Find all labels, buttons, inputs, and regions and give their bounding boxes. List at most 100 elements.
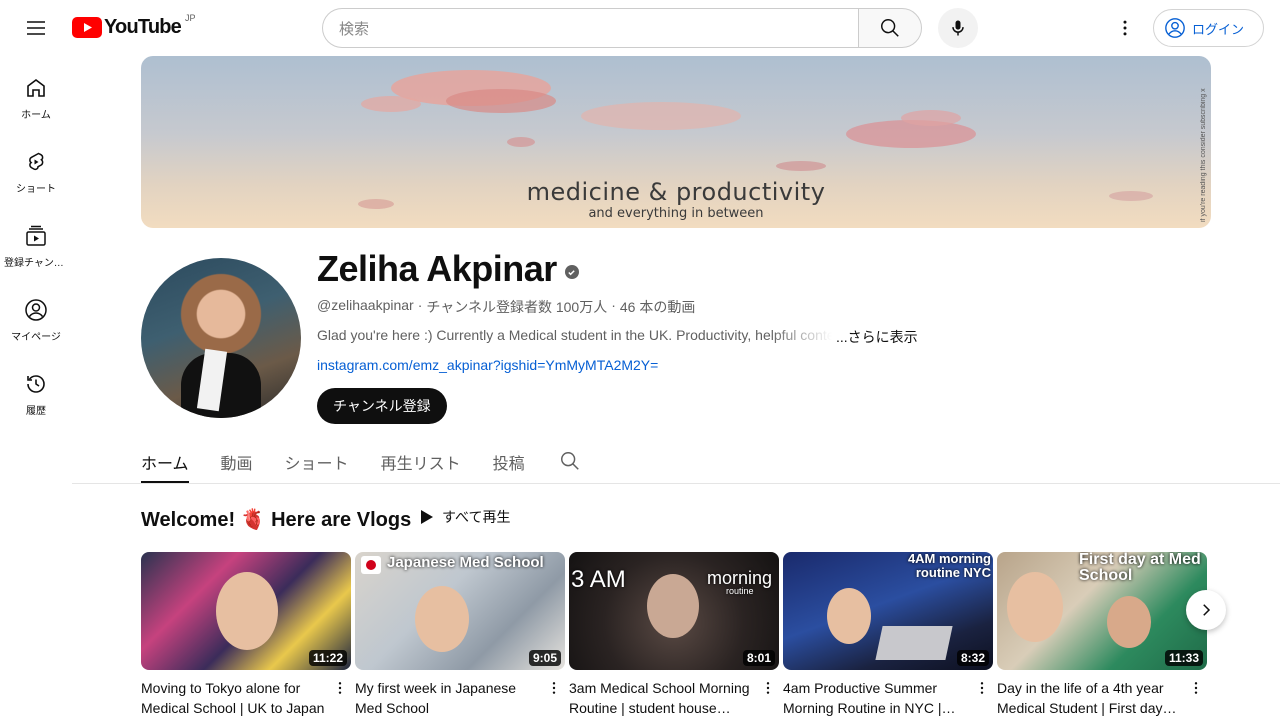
sidebar-item-label: ホーム [21, 110, 51, 121]
video-card[interactable]: 3 AM morning routine 8:01 3am Medical Sc… [569, 552, 779, 718]
history-icon [27, 375, 45, 393]
more-vert-icon [1194, 682, 1198, 694]
play-all-button[interactable]: すべて再生 [412, 503, 518, 531]
video-thumbnail[interactable]: 4AM morning routine NYC 8:32 [783, 552, 993, 670]
video-thumbnail[interactable]: 11:22 [141, 552, 351, 670]
tab-posts[interactable]: 投稿 [493, 436, 525, 483]
tabs-divider [72, 483, 1280, 484]
banner-title: medicine & productivity [526, 178, 826, 206]
tab-playlists[interactable]: 再生リスト [381, 436, 461, 483]
japan-flag-icon [361, 556, 381, 574]
subscribe-button[interactable]: チャンネル登録 [317, 388, 447, 424]
channel-description[interactable]: Glad you're here :) Currently a Medical … [317, 327, 918, 347]
banner-subtitle: and everything in between [588, 206, 764, 221]
show-more-link[interactable]: ...さらに表示 [836, 327, 918, 347]
thumbnail-text: 4AM morning routine NYC [907, 552, 991, 580]
search-button[interactable] [858, 8, 922, 48]
video-card[interactable]: 4AM morning routine NYC 8:32 4am Product… [783, 552, 993, 718]
more-vert-icon [980, 682, 984, 694]
more-vert-icon [1123, 20, 1127, 36]
search-icon [881, 19, 899, 37]
search-icon [561, 452, 579, 470]
video-thumbnail[interactable]: 3 AM morning routine 8:01 [569, 552, 779, 670]
video-menu-button[interactable] [759, 676, 777, 700]
video-menu-button[interactable] [545, 676, 563, 700]
youtube-logo[interactable]: YouTube JP [72, 12, 196, 39]
tab-shorts[interactable]: ショート [285, 436, 349, 483]
subscriber-count: チャンネル登録者数 100万人 [426, 299, 608, 315]
more-vert-icon [552, 682, 556, 694]
sidebar-item-subscriptions[interactable]: 登録チャンネル [0, 204, 72, 278]
login-button[interactable]: ログイン [1153, 9, 1264, 47]
thumbnail-face [647, 574, 699, 638]
logo-region: JP [184, 12, 196, 23]
hamburger-icon [27, 21, 45, 35]
channel-name: Zeliha Akpinar [317, 248, 579, 290]
video-count: 46 本の動画 [619, 299, 696, 315]
voice-search-button[interactable] [938, 8, 978, 48]
video-menu-button[interactable] [331, 676, 349, 700]
video-duration: 11:33 [1164, 650, 1203, 666]
logo-text: YouTube [104, 16, 182, 38]
video-card[interactable]: 11:22 Moving to Tokyo alone for Medical … [141, 552, 351, 718]
tab-home[interactable]: ホーム [141, 436, 189, 483]
microphone-icon [952, 20, 964, 36]
thumbnail-face [1107, 596, 1151, 648]
video-title[interactable]: My first week in Japanese Med School [355, 678, 541, 718]
channel-name-text: Zeliha Akpinar [317, 248, 557, 289]
sidebar-item-you[interactable]: マイページ [0, 278, 72, 352]
video-title[interactable]: 4am Productive Summer Morning Routine in… [783, 678, 969, 718]
channel-avatar [141, 258, 301, 418]
video-card[interactable]: Japanese Med School 9:05 My first week i… [355, 552, 565, 718]
channel-search-button[interactable] [559, 450, 581, 477]
video-menu-button[interactable] [1187, 676, 1205, 700]
thumbnail-face [415, 586, 469, 652]
video-title[interactable]: Moving to Tokyo alone for Medical School… [141, 678, 327, 718]
shorts-icon [29, 152, 44, 171]
tab-videos[interactable]: 動画 [221, 436, 253, 483]
sidebar-item-history[interactable]: 履歴 [0, 352, 72, 426]
search-input[interactable]: 検索 [322, 8, 859, 48]
youtube-play-icon [72, 17, 102, 38]
account-icon [25, 299, 47, 321]
banner-side-note: if you're reading this consider subscrib… [1200, 88, 1207, 222]
video-duration: 8:32 [956, 650, 989, 666]
channel-external-link[interactable]: instagram.com/emz_akpinar?igshid=YmMyMTA… [317, 357, 658, 373]
verified-badge-icon [564, 265, 579, 279]
login-label: ログイン [1192, 21, 1245, 37]
video-card[interactable]: First day at Med School 11:33 Day in the… [997, 552, 1207, 718]
search-placeholder: 検索 [339, 20, 370, 38]
play-icon [421, 510, 433, 524]
channel-description-text: Glad you're here :) Currently a Medical … [317, 327, 832, 343]
thumbnail-text: First day at Med School [1079, 552, 1201, 584]
shelf-next-button[interactable] [1186, 590, 1226, 630]
channel-meta: @zelihaakpinar · チャンネル登録者数 100万人 · 46 本の… [317, 297, 695, 317]
sidebar-item-home[interactable]: ホーム [0, 56, 72, 130]
more-vert-icon [766, 682, 770, 694]
thumbnail-text-tertiary: routine [726, 586, 754, 596]
sidebar-item-label: 履歴 [26, 406, 46, 417]
thumbnail-face [216, 572, 278, 650]
video-title[interactable]: Day in the life of a 4th year Medical St… [997, 678, 1183, 718]
home-icon [27, 79, 45, 97]
top-bar: YouTube JP 検索 ログイン [0, 0, 1280, 56]
meta-separator: · [611, 297, 616, 313]
thumbnail-text: Japanese Med School [387, 554, 544, 571]
shelf-title[interactable]: Welcome! 🫀 Here are Vlogs [141, 507, 411, 532]
video-thumbnail[interactable]: First day at Med School 11:33 [997, 552, 1207, 670]
video-shelf: 11:22 Moving to Tokyo alone for Medical … [141, 552, 1211, 720]
sidebar-item-label: ショート [16, 184, 56, 195]
settings-more-button[interactable] [1105, 8, 1145, 48]
video-menu-button[interactable] [973, 676, 991, 700]
channel-handle: @zelihaakpinar [317, 297, 414, 313]
video-thumbnail[interactable]: Japanese Med School 9:05 [355, 552, 565, 670]
video-duration: 9:05 [528, 650, 561, 666]
video-title[interactable]: 3am Medical School Morning Routine | stu… [569, 678, 755, 718]
sidebar: ホーム ショート 登録チャンネル マイページ 履歴 [0, 56, 72, 426]
channel-tabs: ホーム 動画 ショート 再生リスト 投稿 [141, 436, 579, 483]
thumbnail-laptop [875, 626, 953, 660]
video-duration: 8:01 [742, 650, 775, 666]
sidebar-item-shorts[interactable]: ショート [0, 130, 72, 204]
menu-button[interactable] [16, 8, 56, 48]
meta-separator: · [417, 297, 423, 313]
